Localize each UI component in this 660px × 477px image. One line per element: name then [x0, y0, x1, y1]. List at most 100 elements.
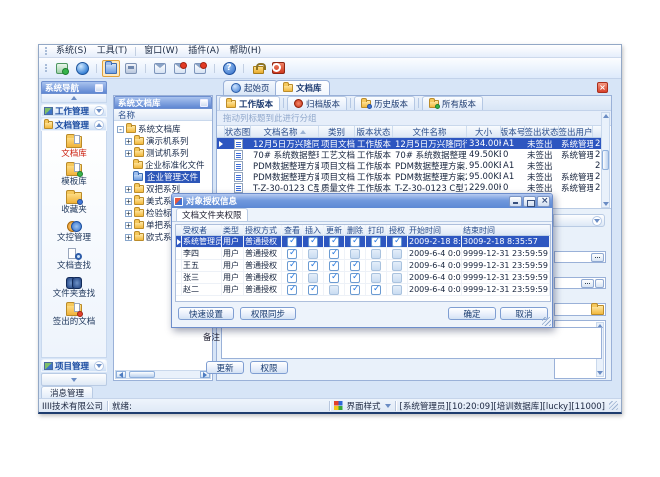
mail-unread-button[interactable] [191, 60, 209, 77]
authorize-checkbox[interactable] [392, 261, 402, 271]
expand-node-icon[interactable] [125, 150, 132, 157]
minimize-button[interactable] [509, 196, 522, 207]
delete-checkbox[interactable] [350, 237, 360, 247]
column-size[interactable]: 大小 [467, 126, 501, 137]
nav-scroll-up[interactable] [41, 94, 107, 103]
pin-icon[interactable] [200, 99, 208, 107]
table-row[interactable]: T-Z-30-0123 C型70… 质量文件 工作版本 T-Z-30-0123 … [217, 182, 602, 193]
authorize-checkbox[interactable] [392, 273, 402, 283]
column-version-no[interactable]: 版本号 [501, 126, 525, 137]
dialog-title-bar[interactable]: 对象授权信息 [172, 194, 552, 208]
permission-row[interactable]: 张三 用户 普通授权 2009-6-4 0:00:00 9999-12-31 2… [176, 272, 550, 284]
nav-item-favorites[interactable]: 收藏夹 [61, 192, 87, 215]
nav-item-document-library[interactable]: 文档库 [61, 136, 87, 159]
update-button[interactable]: 更新 [206, 361, 244, 374]
column-view[interactable]: 查看 [282, 225, 303, 235]
expand-node-icon[interactable] [125, 186, 132, 193]
menu-tools[interactable]: 工具(T) [92, 45, 133, 58]
section-project-management[interactable]: 项目管理 [41, 359, 107, 372]
nav-item-doc-search[interactable]: 文档查找 [57, 248, 91, 271]
insert-checkbox[interactable] [308, 249, 318, 259]
authorize-checkbox[interactable] [392, 237, 402, 247]
open-folder-button[interactable] [591, 305, 604, 315]
update-checkbox[interactable] [329, 261, 339, 271]
storage-card-button[interactable] [122, 60, 140, 77]
print-checkbox[interactable] [371, 237, 381, 247]
expand-node-icon[interactable] [125, 210, 132, 217]
browse-button[interactable] [591, 253, 604, 262]
print-checkbox[interactable] [371, 273, 381, 283]
scrollbar-thumb[interactable] [602, 150, 609, 170]
nav-item-template-library[interactable]: 模板库 [61, 164, 87, 187]
tree-name-column-header[interactable]: 名称 [114, 109, 212, 121]
delete-checkbox[interactable] [350, 249, 360, 259]
view-checkbox[interactable] [287, 261, 297, 271]
column-start-time[interactable]: 开始时间 [408, 225, 462, 235]
table-row[interactable]: PDM数据整理方案.doc 项目文档 工作版本 PDM数据整理方案.doc 95… [217, 160, 602, 171]
chevron-down-icon[interactable] [385, 404, 391, 408]
scroll-left-button[interactable] [116, 371, 126, 378]
tab-archive-version[interactable]: 归档版本 [287, 96, 347, 110]
dialog-close-button[interactable] [537, 196, 550, 207]
expand-node-icon[interactable] [125, 198, 132, 205]
column-update[interactable]: 更新 [324, 225, 345, 235]
tab-folder-permissions[interactable]: 文档文件夹权限 [176, 208, 248, 221]
permission-button[interactable]: 权限 [250, 361, 288, 374]
permission-row[interactable]: 赵二 用户 普通授权 2009-6-4 0:00:00 9999-12-31 2… [176, 284, 550, 296]
tab-work-version[interactable]: 工作版本 [219, 96, 280, 110]
mail-alert-button[interactable] [171, 60, 189, 77]
expand-node-icon[interactable] [125, 222, 132, 229]
print-checkbox[interactable] [371, 261, 381, 271]
delete-checkbox[interactable] [350, 273, 360, 283]
interface-style-label[interactable]: 界面样式 [347, 400, 381, 412]
tree-node[interactable]: 测试机系列 [114, 147, 212, 159]
sync-monitor-button[interactable] [53, 60, 71, 77]
column-status-icon[interactable]: 状态图 [225, 126, 251, 137]
scroll-down-icon[interactable] [603, 202, 609, 206]
view-checkbox[interactable] [287, 273, 297, 283]
view-checkbox[interactable] [287, 237, 297, 247]
column-end-time[interactable]: 结束时间 [462, 225, 550, 235]
insert-checkbox[interactable] [308, 285, 318, 295]
column-auth-mode[interactable]: 授权方式 [244, 225, 282, 235]
maximize-button[interactable] [523, 196, 536, 207]
expand-button[interactable] [94, 106, 104, 116]
insert-checkbox[interactable] [308, 273, 318, 283]
delete-checkbox[interactable] [350, 285, 360, 295]
expand-node-icon[interactable] [125, 138, 132, 145]
group-by-bar[interactable]: 拖动列标题到此进行分组 [217, 111, 611, 126]
permission-row[interactable]: 李四 用户 普通授权 2009-6-4 0:00:00 9999-12-31 2… [176, 248, 550, 260]
menu-window[interactable]: 窗口(W) [139, 45, 183, 58]
column-grantee[interactable]: 受权者 [182, 225, 222, 235]
scroll-up-icon[interactable] [603, 114, 609, 118]
insert-checkbox[interactable] [308, 237, 318, 247]
menu-system[interactable]: 系统(S) [51, 45, 92, 58]
cancel-button[interactable]: 取消 [500, 307, 548, 320]
print-checkbox[interactable] [371, 285, 381, 295]
tab-history-version[interactable]: 历史版本 [354, 96, 415, 110]
permission-row[interactable]: 系统管理员 用户 普通授权 2009-2-18 8:35:57 3009-2-1… [176, 236, 550, 248]
authorize-checkbox[interactable] [392, 285, 402, 295]
column-checkout-status[interactable]: 签出状态 [525, 126, 559, 137]
section-work-management[interactable]: 工作管理 [41, 104, 107, 117]
update-checkbox[interactable] [329, 249, 339, 259]
collapse-node-icon[interactable] [117, 126, 124, 133]
detail-field[interactable] [554, 251, 606, 263]
tree-node-root[interactable]: 系统文档库 [114, 123, 212, 135]
tree-node-selected[interactable]: 企业管理文件 [114, 171, 212, 183]
column-version-status[interactable]: 版本状态 [355, 126, 393, 137]
expand-node-icon[interactable] [125, 234, 132, 241]
nav-item-folder-search[interactable]: 文件夹查找 [53, 276, 96, 299]
open-folder-button[interactable] [102, 60, 120, 77]
nav-item-doc-control[interactable]: 文控管理 [57, 220, 91, 243]
globe-button[interactable] [73, 60, 91, 77]
nav-item-checked-out-docs[interactable]: 签出的文档 [53, 304, 96, 327]
clear-button[interactable] [595, 279, 604, 288]
collapse-button[interactable] [94, 120, 104, 130]
tree-node[interactable]: 演示机系列 [114, 135, 212, 147]
mail-button[interactable] [151, 60, 169, 77]
tab-document-library[interactable]: 文档库 [275, 80, 330, 95]
permission-row[interactable]: 王五 用户 普通授权 2009-6-4 0:00:00 9999-12-31 2… [176, 260, 550, 272]
insert-checkbox[interactable] [308, 261, 318, 271]
remark-textarea[interactable] [221, 327, 602, 359]
